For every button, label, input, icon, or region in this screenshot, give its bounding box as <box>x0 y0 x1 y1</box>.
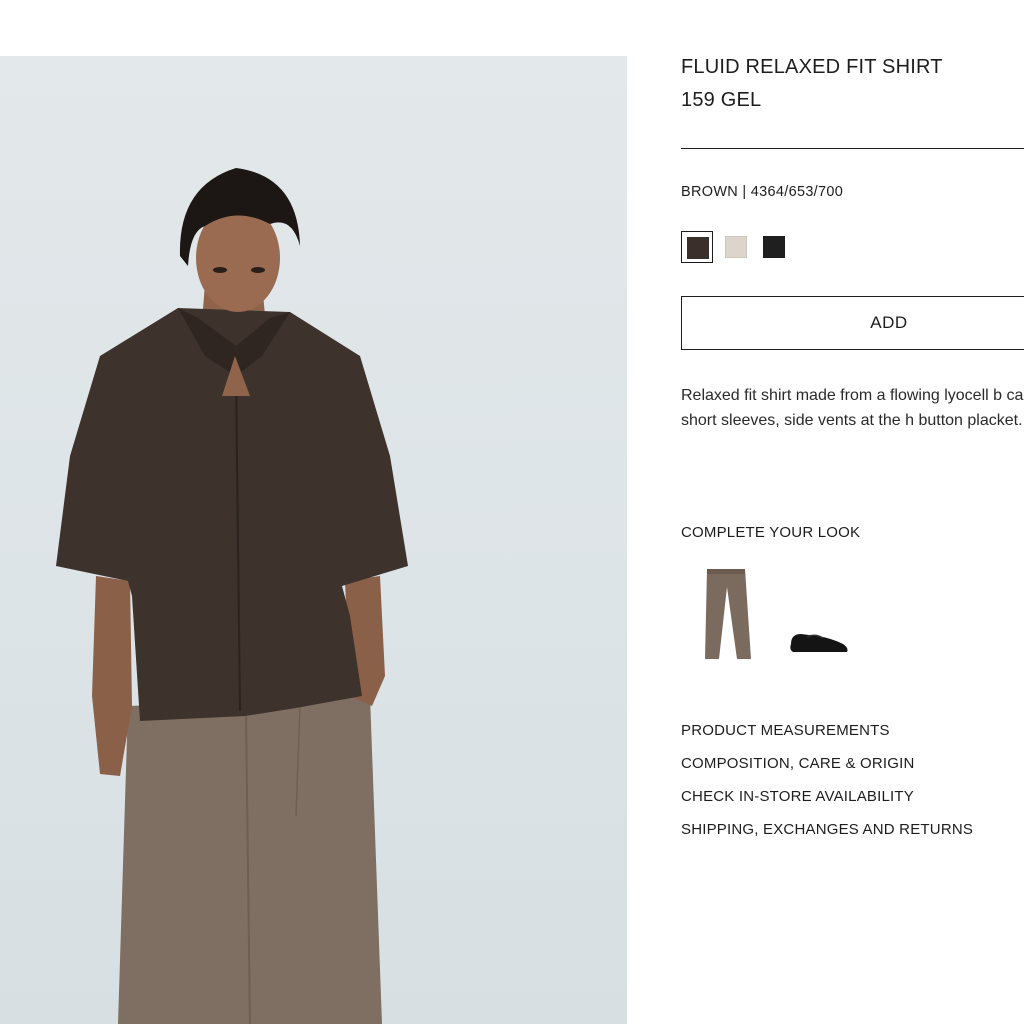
look-item-trousers[interactable] <box>699 567 755 668</box>
model-photo <box>56 168 408 1024</box>
complete-your-look-title: COMPLETE YOUR LOOK <box>681 524 861 541</box>
product-details: FLUID RELAXED FIT SHIRT 159 GEL BROWN | … <box>681 0 1024 1024</box>
swatch-fill <box>725 236 747 258</box>
swatch-fill <box>687 237 709 259</box>
color-reference: BROWN | 4364/653/700 <box>681 184 844 200</box>
color-swatch-black[interactable] <box>758 231 790 263</box>
add-to-cart-button[interactable]: ADD <box>681 296 1024 350</box>
product-measurements-link[interactable]: PRODUCT MEASUREMENTS <box>681 721 973 754</box>
shipping-exchanges-returns-link[interactable]: SHIPPING, EXCHANGES AND RETURNS <box>681 820 973 853</box>
product-image[interactable] <box>0 56 627 1024</box>
product-price: 159 GEL <box>681 89 762 111</box>
composition-care-origin-link[interactable]: COMPOSITION, CARE & ORIGIN <box>681 754 973 787</box>
product-title: FLUID RELAXED FIT SHIRT <box>681 56 943 78</box>
info-links: PRODUCT MEASUREMENTS COMPOSITION, CARE &… <box>681 721 973 853</box>
left-arm <box>92 576 132 776</box>
loafer-icon <box>790 634 848 652</box>
divider <box>681 148 1024 149</box>
color-swatch-brown[interactable] <box>681 231 713 263</box>
trousers-icon <box>705 569 751 659</box>
product-description: Relaxed fit shirt made from a flowing ly… <box>681 387 1024 429</box>
check-in-store-availability-link[interactable]: CHECK IN-STORE AVAILABILITY <box>681 787 973 820</box>
look-item-loafers[interactable] <box>787 628 851 661</box>
color-swatch-ecru[interactable] <box>720 231 752 263</box>
swatch-fill <box>763 236 785 258</box>
add-button-label: ADD <box>870 313 908 332</box>
